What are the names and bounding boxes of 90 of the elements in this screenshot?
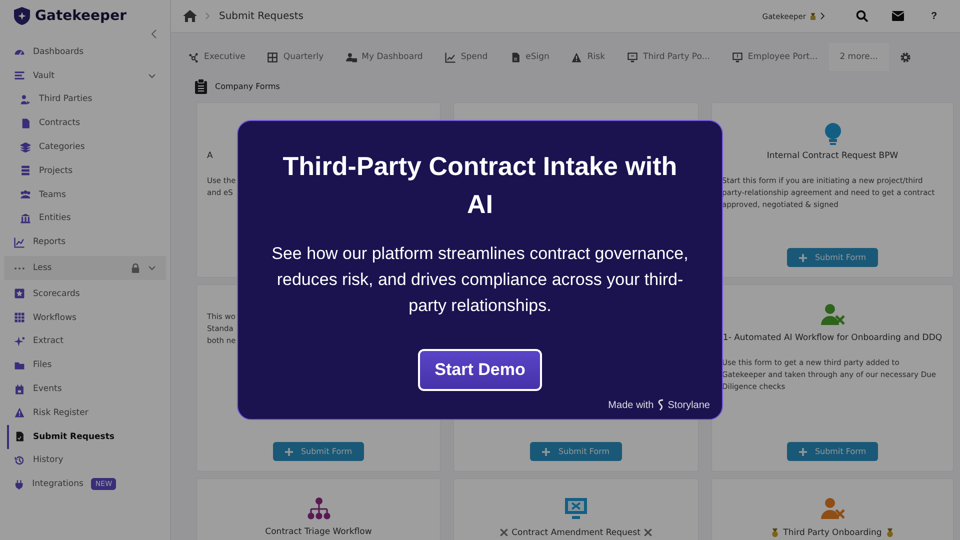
sidebar-item[interactable]: Submit Requests (7, 424, 170, 449)
sidebar-item[interactable]: Less (4, 256, 166, 280)
line-chart-icon (444, 52, 456, 62)
hierarchy-icon (306, 497, 330, 521)
document-icon (20, 118, 31, 129)
submit-form-button[interactable]: Submit Form (530, 442, 622, 461)
plus-icon (798, 448, 807, 456)
sidebar-item[interactable]: Scorecards (0, 282, 170, 306)
sidebar-item[interactable]: Entities (0, 206, 170, 230)
dashboard-tab[interactable]: Executive (177, 43, 256, 71)
home-icon[interactable] (183, 10, 197, 22)
dashboard-tab[interactable]: Risk (560, 43, 616, 71)
credit-brand[interactable]: Storylane (668, 400, 710, 410)
person-tools-icon (820, 303, 844, 327)
chevron-icon[interactable] (148, 72, 156, 80)
form-title: 1- Automated AI Workflow for Onboarding and DDQ (722, 333, 942, 343)
monitor-icon (627, 52, 638, 62)
sidebar-item[interactable]: History (0, 448, 170, 472)
sidebar-item[interactable]: Workflows (0, 306, 170, 330)
document-icon (510, 52, 521, 62)
clipboard-icon (14, 431, 25, 442)
sidebar-item[interactable]: Reports (0, 230, 170, 254)
form-title: Contract Triage Workflow (265, 527, 372, 537)
submit-form-button[interactable]: Submit Form (786, 248, 878, 267)
dashboard-tab[interactable]: Employee Port... (720, 43, 829, 71)
person-tools-icon (820, 497, 844, 521)
more-tabs-button[interactable]: 2 more... (828, 43, 889, 71)
dashboard-tab[interactable]: eSign (498, 43, 560, 71)
user-card-icon (346, 52, 357, 62)
network-icon (188, 52, 199, 62)
help-button[interactable]: ? (920, 4, 948, 28)
layers-icon (20, 142, 31, 153)
sidebar-item[interactable]: Dashboards (0, 40, 170, 64)
chevron-icon (205, 12, 211, 20)
dashboard-tab[interactable]: Quarterly (256, 43, 335, 71)
sidebar-item[interactable]: Contracts (0, 111, 170, 136)
plug-icon (14, 478, 24, 490)
plus-icon (798, 254, 807, 262)
sidebar-item[interactable]: Third Parties (0, 88, 170, 112)
sidebar-item[interactable]: Teams (0, 182, 170, 207)
mail-icon (892, 11, 904, 21)
monitor-icon (564, 497, 588, 521)
credit-text: Made with (608, 400, 654, 410)
calendar-icon (14, 384, 25, 395)
form-title: A (207, 151, 213, 161)
stack-icon (20, 165, 31, 176)
people-icon (20, 94, 31, 105)
history-icon (14, 454, 25, 466)
plus-icon (284, 448, 293, 456)
form-title: Contract Amendment Request (512, 528, 640, 538)
form-title: Third Party Onboarding (783, 528, 882, 538)
sidebar-item[interactable]: Projects (0, 158, 170, 183)
submit-form-button[interactable]: Submit Form (272, 442, 364, 461)
warning-icon (14, 407, 25, 418)
submit-form-button[interactable]: Submit Form (786, 442, 878, 461)
sidebar-item[interactable]: Vault (0, 64, 170, 88)
form-title: Internal Contract Request BPW (766, 151, 898, 161)
list-icon (14, 70, 25, 82)
shield-logo-icon (14, 7, 30, 25)
dashboard-tab[interactable]: Spend (434, 43, 499, 71)
chevron-icon (820, 12, 826, 20)
warning-icon (571, 52, 582, 62)
team-icon (20, 189, 31, 200)
clipboard-icon (195, 79, 207, 94)
storylane-logo-icon (656, 399, 665, 411)
settings-icon (900, 52, 911, 62)
dashboard-tab[interactable]: My Dashboard (334, 43, 434, 71)
search-icon (856, 10, 868, 22)
chart-icon (14, 236, 25, 248)
start-demo-button[interactable]: Start Demo (418, 349, 542, 391)
section-title: Company Forms (215, 82, 280, 91)
plus-icon (542, 448, 550, 456)
folder-icon (14, 360, 25, 371)
dashboard-tab[interactable]: Third Party Po... (616, 43, 721, 71)
sidebar-item[interactable]: Risk Register (0, 400, 170, 425)
sidebar-item[interactable]: Events (0, 377, 170, 401)
brand-name: Gatekeeper (35, 8, 126, 24)
star-icon (14, 288, 25, 300)
sidebar-item[interactable]: Categories (0, 135, 170, 159)
sidebar-item[interactable]: Files (0, 353, 170, 378)
grid-icon (267, 52, 278, 62)
sidebar-item[interactable]: Extract (0, 330, 170, 354)
dialog-text: See how our platform streamlines contract governance, reduces risk, and drives compliance across your third-party relationships. (270, 243, 690, 317)
monitor-icon (732, 52, 743, 62)
dialog-title: Third-Party Contract Intake with AI (282, 150, 678, 221)
grid-icon (14, 312, 25, 324)
breadcrumb-page: Submit Requests (219, 10, 304, 22)
bank-icon (20, 212, 31, 224)
chevron-icon[interactable] (148, 264, 156, 272)
sparkle-icon (14, 336, 25, 347)
